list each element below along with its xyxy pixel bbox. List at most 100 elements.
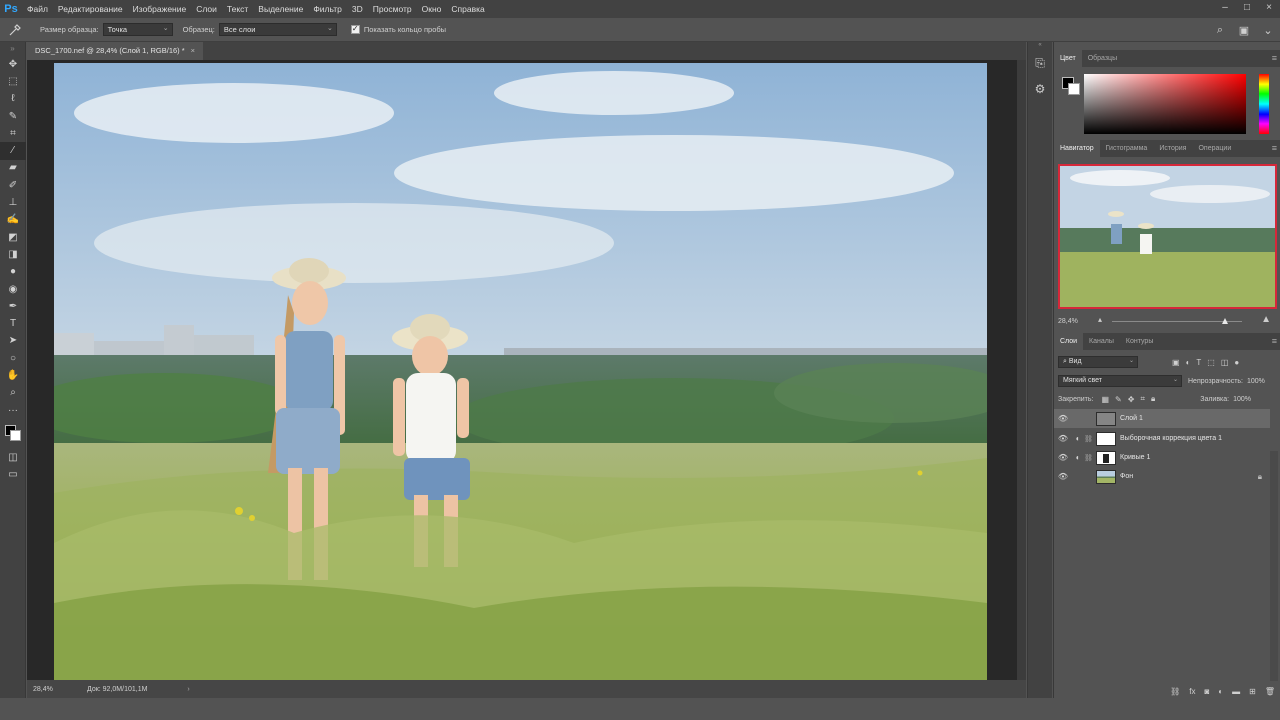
layer-filter-select[interactable]: ⌕ Вид ⌄ xyxy=(1058,356,1138,368)
close-window-button[interactable]: × xyxy=(1258,0,1280,18)
menu-3d[interactable]: 3D xyxy=(347,0,368,18)
layer-row[interactable]: 👁︎ ◐ ⛓︎ Кривые 1 xyxy=(1054,448,1270,467)
color-picker-field[interactable] xyxy=(1084,74,1246,134)
brush-tool-icon[interactable]: ✐ xyxy=(0,177,26,194)
menu-filter[interactable]: Фильтр xyxy=(308,0,347,18)
document-tab[interactable]: DSC_1700.nef @ 28,4% (Слой 1, RGB/16) * × xyxy=(27,42,204,60)
filter-type-icon[interactable]: T xyxy=(1196,358,1201,367)
minimize-button[interactable]: – xyxy=(1214,0,1236,18)
filter-toggle-icon[interactable]: ● xyxy=(1234,358,1239,367)
menu-edit[interactable]: Редактирование xyxy=(53,0,128,18)
document-image[interactable] xyxy=(54,63,987,680)
menu-type[interactable]: Текст xyxy=(222,0,253,18)
search-icon[interactable]: ⌕ xyxy=(1208,24,1232,37)
visibility-eye-icon[interactable]: 👁︎ xyxy=(1054,434,1072,443)
tab-paths[interactable]: Контуры xyxy=(1120,333,1159,350)
move-tool-icon[interactable]: ✥ xyxy=(0,56,26,73)
tab-swatches[interactable]: Образцы xyxy=(1082,50,1123,67)
tab-channels[interactable]: Каналы xyxy=(1083,333,1120,350)
toolbar-collapse-icon[interactable]: » xyxy=(0,42,25,56)
stamp-tool-icon[interactable]: ⊥ xyxy=(0,194,26,211)
menu-view[interactable]: Просмотр xyxy=(368,0,417,18)
new-adjustment-icon[interactable]: ◐ xyxy=(1218,687,1223,696)
link-layers-icon[interactable]: ⛓︎ xyxy=(1170,687,1180,696)
menu-window[interactable]: Окно xyxy=(417,0,447,18)
crop-tool-icon[interactable]: ⌗ xyxy=(0,125,26,142)
menu-select[interactable]: Выделение xyxy=(253,0,308,18)
color-bg-swatch[interactable] xyxy=(1068,83,1080,95)
maximize-button[interactable]: □ xyxy=(1236,0,1258,18)
panel-menu-icon[interactable]: ≡ xyxy=(1272,333,1277,350)
path-select-tool-icon[interactable]: ➤ xyxy=(0,333,26,350)
background-color-swatch[interactable] xyxy=(10,430,21,442)
layer-mask-thumbnail[interactable] xyxy=(1096,431,1116,446)
quick-select-tool-icon[interactable]: ✎ xyxy=(0,108,26,125)
layer-row[interactable]: 👁︎ Фон 🔒︎ xyxy=(1054,467,1270,486)
lock-transparency-icon[interactable]: ▦ xyxy=(1101,395,1109,404)
eraser-tool-icon[interactable]: ◩ xyxy=(0,229,26,246)
eyedropper-preset-icon[interactable] xyxy=(0,18,30,42)
blend-mode-select[interactable]: Мягкий свет ⌄ xyxy=(1058,375,1182,387)
pen-tool-icon[interactable]: ✒ xyxy=(0,298,26,315)
ellipse-tool-icon[interactable]: ○ xyxy=(0,350,26,367)
panel-menu-icon[interactable]: ≡ xyxy=(1272,50,1277,67)
layer-name[interactable]: Фон xyxy=(1120,473,1133,480)
lock-artboard-icon[interactable]: ⌗ xyxy=(1140,394,1145,404)
workspace-icon[interactable]: ▣ xyxy=(1232,24,1256,37)
screen-mode-icon[interactable]: ▭ xyxy=(0,467,26,484)
tab-layers[interactable]: Слои xyxy=(1054,333,1084,350)
opacity-value[interactable]: 100% xyxy=(1247,378,1265,385)
properties-panel-icon[interactable]: ⎘ xyxy=(1028,50,1052,76)
quick-mask-icon[interactable]: ◫ xyxy=(0,449,26,466)
navigator-zoom-value[interactable]: 28,4% xyxy=(1054,318,1090,325)
dodge-tool-icon[interactable]: ◉ xyxy=(0,281,26,298)
status-menu-icon[interactable]: › xyxy=(187,686,189,693)
add-mask-icon[interactable]: ◙ xyxy=(1204,687,1209,696)
trash-icon[interactable]: 🗑︎ xyxy=(1265,687,1275,696)
eyedropper-tool-icon[interactable]: ⁄ xyxy=(0,142,26,160)
menu-help[interactable]: Справка xyxy=(446,0,489,18)
blur-tool-icon[interactable]: ● xyxy=(0,264,26,281)
menu-layers[interactable]: Слои xyxy=(191,0,222,18)
collapse-dock-icon[interactable]: « xyxy=(1028,42,1052,50)
sample-select[interactable]: Все слои ⌄ xyxy=(218,23,337,36)
canvas-area[interactable] xyxy=(27,60,1017,680)
show-ring-checkbox[interactable] xyxy=(350,24,360,34)
panel-menu-icon[interactable]: ≡ xyxy=(1272,140,1277,157)
link-chain-icon[interactable]: ⛓︎ xyxy=(1084,435,1093,443)
lock-position-icon[interactable]: ✥ xyxy=(1128,395,1135,404)
close-tab-icon[interactable]: × xyxy=(191,46,195,55)
healing-tool-icon[interactable]: ▰ xyxy=(0,160,26,177)
layer-name[interactable]: Слой 1 xyxy=(1120,415,1143,422)
visibility-eye-icon[interactable]: 👁︎ xyxy=(1054,414,1072,423)
fx-icon[interactable]: fx xyxy=(1189,687,1195,696)
layer-mask-thumbnail[interactable] xyxy=(1096,450,1116,465)
zoom-out-icon[interactable]: ▴ xyxy=(1098,315,1102,324)
zoom-in-icon[interactable]: ▲ xyxy=(1261,314,1271,325)
new-layer-icon[interactable]: ⊞ xyxy=(1249,687,1256,696)
link-chain-icon[interactable]: ⛓︎ xyxy=(1084,454,1093,462)
filter-pixel-icon[interactable]: ▣ xyxy=(1172,358,1180,367)
filter-adjustment-icon[interactable]: ◐ xyxy=(1186,358,1191,367)
navigator-thumbnail[interactable] xyxy=(1058,164,1277,309)
sample-size-select[interactable]: Точка ⌄ xyxy=(102,23,173,36)
canvas-vertical-scrollbar[interactable] xyxy=(1017,60,1026,680)
hand-tool-icon[interactable]: ✋ xyxy=(0,367,26,384)
lasso-tool-icon[interactable]: ℓ xyxy=(0,91,26,108)
fill-value[interactable]: 100% xyxy=(1233,396,1251,403)
layers-scrollbar[interactable] xyxy=(1270,451,1278,681)
layer-name[interactable]: Выборочная коррекция цвета 1 xyxy=(1120,435,1222,442)
tab-actions[interactable]: Операции xyxy=(1192,140,1237,157)
tab-navigator[interactable]: Навигатор xyxy=(1054,140,1100,157)
tab-histogram[interactable]: Гистограмма xyxy=(1100,140,1154,157)
marquee-tool-icon[interactable]: ⬚ xyxy=(0,73,26,90)
filter-shape-icon[interactable]: ⬚ xyxy=(1207,358,1215,367)
color-swatches[interactable] xyxy=(0,419,25,449)
workspace-dropdown-icon[interactable]: ⌄ xyxy=(1256,24,1280,37)
navigator-zoom-slider[interactable] xyxy=(1112,318,1242,324)
adjustments-panel-icon[interactable]: ⚙ xyxy=(1028,76,1052,102)
gradient-tool-icon[interactable]: ◨ xyxy=(0,246,26,263)
zoom-tool-icon[interactable]: ⌕ xyxy=(0,385,26,402)
more-tools-icon[interactable]: ··· xyxy=(0,402,26,419)
layer-row[interactable]: 👁︎ Слой 1 xyxy=(1054,409,1270,428)
